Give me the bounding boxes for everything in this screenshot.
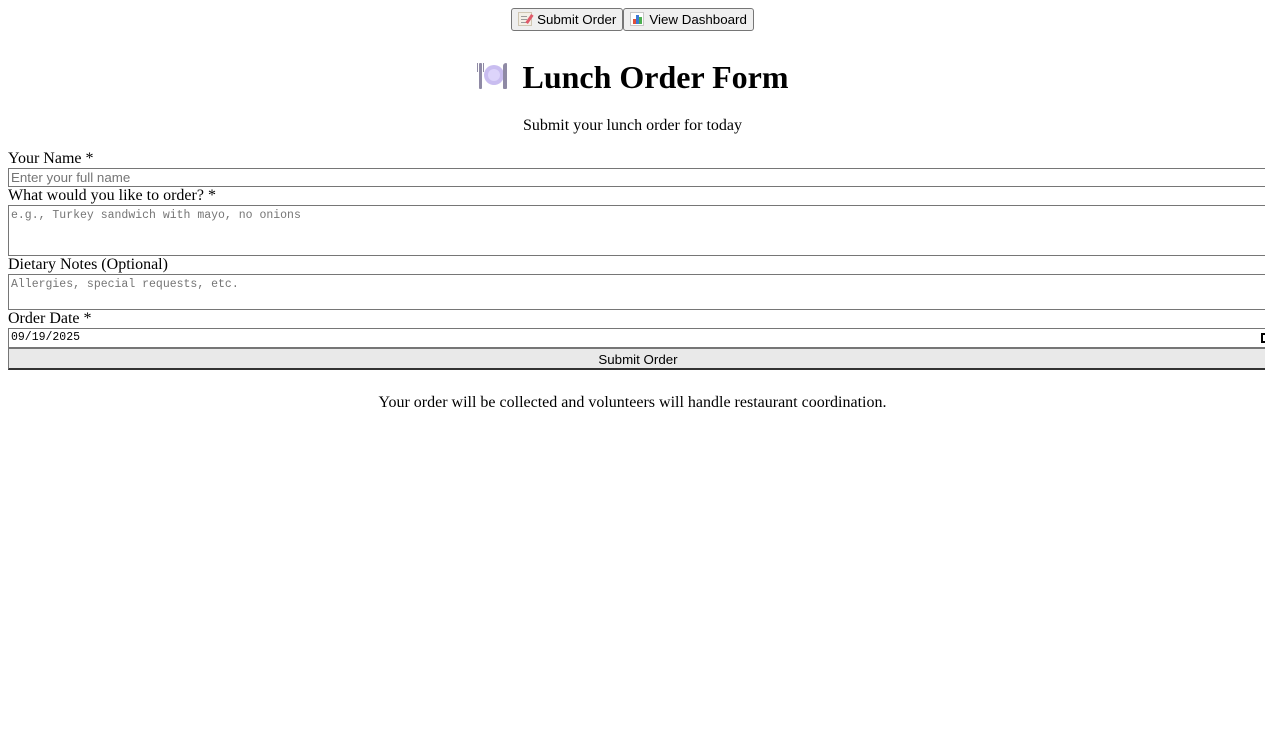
order-label: What would you like to order? *: [8, 187, 216, 204]
lunch-order-form: Your Name * Enter your full name What wo…: [8, 150, 1265, 370]
memo-icon: [518, 12, 533, 26]
order-date-label: Order Date *: [8, 310, 92, 327]
name-input[interactable]: Enter your full name: [8, 168, 1265, 187]
dietary-notes-label: Dietary Notes (Optional): [8, 256, 168, 273]
page-subtitle: Submit your lunch order for today: [522, 117, 743, 134]
order-date-input[interactable]: 09/19/2025: [8, 328, 1265, 348]
dietary-notes-textarea[interactable]: Allergies, special requests, etc.: [8, 274, 1265, 310]
page-title-text: Lunch Order Form: [522, 59, 789, 95]
footer-note: Your order will be collected and volunte…: [378, 394, 887, 411]
order-date-value: 09/19/2025: [11, 331, 81, 344]
top-navigation: Submit Order View Dashboard: [0, 8, 1265, 31]
submit-order-button[interactable]: Submit Order: [8, 348, 1265, 370]
nav-submit-order-label: Submit Order: [537, 12, 617, 27]
page-title: Lunch Order Form: [0, 58, 1265, 96]
nav-view-dashboard-button[interactable]: View Dashboard: [623, 8, 754, 31]
name-label: Your Name *: [8, 150, 94, 167]
nav-view-dashboard-label: View Dashboard: [649, 12, 747, 27]
calendar-icon[interactable]: [1261, 333, 1265, 343]
name-placeholder: Enter your full name: [11, 170, 131, 185]
order-textarea[interactable]: e.g., Turkey sandwich with mayo, no onio…: [8, 205, 1265, 256]
fork-knife-plate-icon: [476, 61, 510, 91]
dietary-notes-placeholder: Allergies, special requests, etc.: [11, 278, 239, 291]
nav-submit-order-button[interactable]: Submit Order: [511, 8, 624, 31]
bar-chart-icon: [630, 12, 645, 26]
order-placeholder: e.g., Turkey sandwich with mayo, no onio…: [11, 209, 301, 222]
